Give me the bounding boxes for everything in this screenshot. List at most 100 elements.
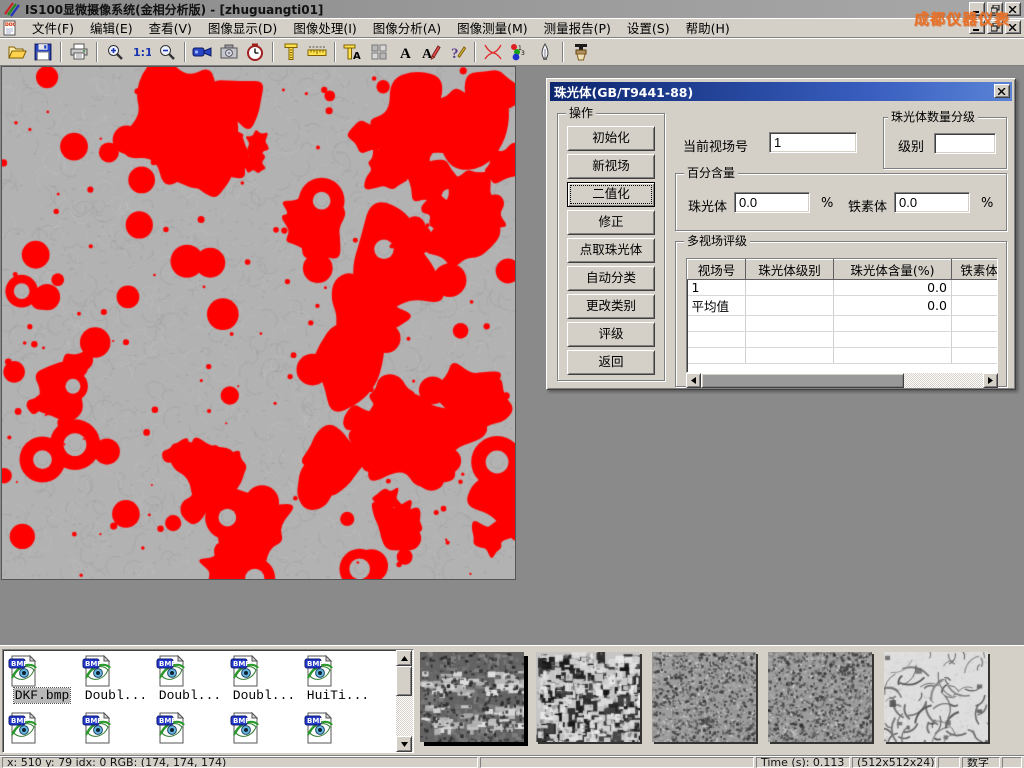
file-item-row2-1[interactable]: BMP (5, 711, 79, 745)
menu-item-8[interactable]: 测量报告(P) (536, 16, 619, 39)
file-scroll-thumb[interactable] (396, 666, 412, 696)
op-button-5[interactable]: 点取珠光体 (567, 238, 655, 263)
restore-button[interactable] (987, 2, 1003, 16)
bmp-file-icon: BMP (301, 711, 375, 745)
scroll-down-arrow[interactable] (396, 736, 412, 752)
op-button-1[interactable]: 初始化 (567, 126, 655, 151)
thumbnail-5[interactable] (884, 652, 988, 742)
toolbar-help-button[interactable]: ? (444, 40, 470, 64)
toolbar-curve-button[interactable] (480, 40, 506, 64)
menu-item-4[interactable]: 图像显示(D) (200, 16, 285, 39)
ferrite-percent-input[interactable] (894, 192, 970, 213)
close-button[interactable] (1005, 2, 1021, 16)
table-header-1[interactable]: 视场号 (688, 260, 746, 280)
file-item-3[interactable]: BMPDoubl... (153, 654, 227, 703)
svg-text:BMP: BMP (85, 717, 102, 725)
mdi-restore-button[interactable] (987, 20, 1003, 34)
menu-item-2[interactable]: 编辑(E) (82, 16, 141, 39)
toolbar-measure-text-button[interactable]: A (340, 40, 366, 64)
toolbar-caliper-button[interactable] (278, 40, 304, 64)
toolbar-timer-button[interactable] (242, 40, 268, 64)
scroll-thumb[interactable] (701, 373, 904, 388)
scroll-up-arrow[interactable] (396, 650, 412, 666)
document-icon[interactable]: DOC (2, 20, 20, 36)
pearlite-percent-input[interactable] (734, 192, 810, 213)
mdi-close-button[interactable] (1005, 20, 1021, 34)
toolbar-pen-button[interactable] (532, 40, 558, 64)
thumbnail-4[interactable] (768, 652, 872, 742)
file-browser: BMPDKF.bmpBMPDoubl...BMPDoubl...BMPDoubl… (2, 649, 414, 753)
file-item-row2-3[interactable]: BMP (153, 711, 227, 745)
menu-item-10[interactable]: 帮助(H) (678, 16, 738, 39)
toolbar-print-button[interactable] (66, 40, 92, 64)
file-item-row2-2[interactable]: BMP (79, 711, 153, 745)
toolbar-zoom-out-button[interactable] (154, 40, 180, 64)
thumbnail-3[interactable] (652, 652, 756, 742)
dialog-close-button[interactable] (994, 84, 1010, 98)
toolbar-brush-button[interactable] (568, 40, 594, 64)
scroll-left-arrow[interactable] (686, 373, 701, 388)
menu-item-7[interactable]: 图像测量(M) (449, 16, 536, 39)
op-button-6[interactable]: 自动分类 (567, 266, 655, 291)
status-image-size: (512x512x24) (852, 757, 936, 768)
bmp-file-icon: BMP (5, 711, 79, 745)
toolbar-save-button[interactable] (30, 40, 56, 64)
file-vscrollbar[interactable] (396, 650, 413, 752)
toolbar-camera-button[interactable] (216, 40, 242, 64)
thumbnail-2[interactable] (536, 652, 640, 742)
menu-item-6[interactable]: 图像分析(A) (365, 16, 449, 39)
file-item-1[interactable]: BMPDKF.bmp (5, 654, 79, 703)
toolbar-ruler-button[interactable] (304, 40, 330, 64)
op-button-4[interactable]: 修正 (567, 210, 655, 235)
op-button-8[interactable]: 评级 (567, 322, 655, 347)
file-item-4[interactable]: BMPDoubl... (227, 654, 301, 703)
table-cell (688, 348, 746, 364)
thumbnail-1[interactable] (420, 652, 524, 742)
toolbar-zoom-in-button[interactable] (102, 40, 128, 64)
table-row[interactable] (688, 316, 999, 332)
toolbar-one-to-one-button[interactable]: 1:1 (128, 40, 154, 64)
save-icon (34, 43, 52, 61)
menu-item-5[interactable]: 图像处理(I) (285, 16, 364, 39)
specimen-image[interactable] (1, 66, 516, 580)
file-item-2[interactable]: BMPDoubl... (79, 654, 153, 703)
menu-item-9[interactable]: 设置(S) (619, 16, 678, 39)
menu-item-3[interactable]: 查看(V) (141, 16, 200, 39)
grade-input[interactable] (934, 133, 996, 154)
table-row[interactable] (688, 332, 999, 348)
table-cell (952, 296, 999, 316)
file-item-row2-4[interactable]: BMP (227, 711, 301, 745)
table-row[interactable] (688, 348, 999, 364)
dialog-title-bar[interactable]: 珠光体(GB/T9441-88) (550, 82, 1012, 101)
toolbar-text-edit-button[interactable]: A (418, 40, 444, 64)
file-item-row2-5[interactable]: BMP (301, 711, 375, 745)
mdi-minimize-button[interactable] (969, 20, 985, 34)
menu-item-1[interactable]: 文件(F) (24, 16, 82, 39)
toolbar-color-labels-button[interactable]: 13 (506, 40, 532, 64)
op-button-2[interactable]: 新视场 (567, 154, 655, 179)
toolbar-text-button[interactable]: A (392, 40, 418, 64)
minimize-button[interactable] (969, 2, 985, 16)
table-header-4[interactable]: 铁素体含量(%) (952, 260, 999, 280)
file-item-5[interactable]: BMPHuiTi... (301, 654, 375, 703)
table-cell (952, 348, 999, 364)
bmp-file-icon: BMP (153, 711, 227, 745)
current-field-input[interactable] (769, 132, 857, 153)
table-cell (834, 316, 952, 332)
table-header-2[interactable]: 珠光体级别 (746, 260, 834, 280)
toolbar-video-camera-button[interactable] (190, 40, 216, 64)
table-row[interactable]: 平均值0.0 (688, 296, 999, 316)
scroll-right-arrow[interactable] (983, 373, 998, 388)
toolbar-open-button[interactable] (4, 40, 30, 64)
table-hscrollbar[interactable] (686, 373, 998, 388)
op-button-label: 返回 (598, 354, 623, 369)
toolbar-grid-button[interactable] (366, 40, 392, 64)
rating-table[interactable]: 视场号珠光体级别珠光体含量(%)铁素体含量(%)10.0平均值0.0 (686, 258, 998, 373)
op-button-3[interactable]: 二值化 (567, 182, 655, 207)
table-header-3[interactable]: 珠光体含量(%) (834, 260, 952, 280)
table-row[interactable]: 10.0 (688, 280, 999, 296)
op-button-7[interactable]: 更改类别 (567, 294, 655, 319)
file-name: Doubl... (158, 688, 222, 703)
toolbar-separator (474, 42, 476, 62)
op-button-9[interactable]: 返回 (567, 350, 655, 375)
